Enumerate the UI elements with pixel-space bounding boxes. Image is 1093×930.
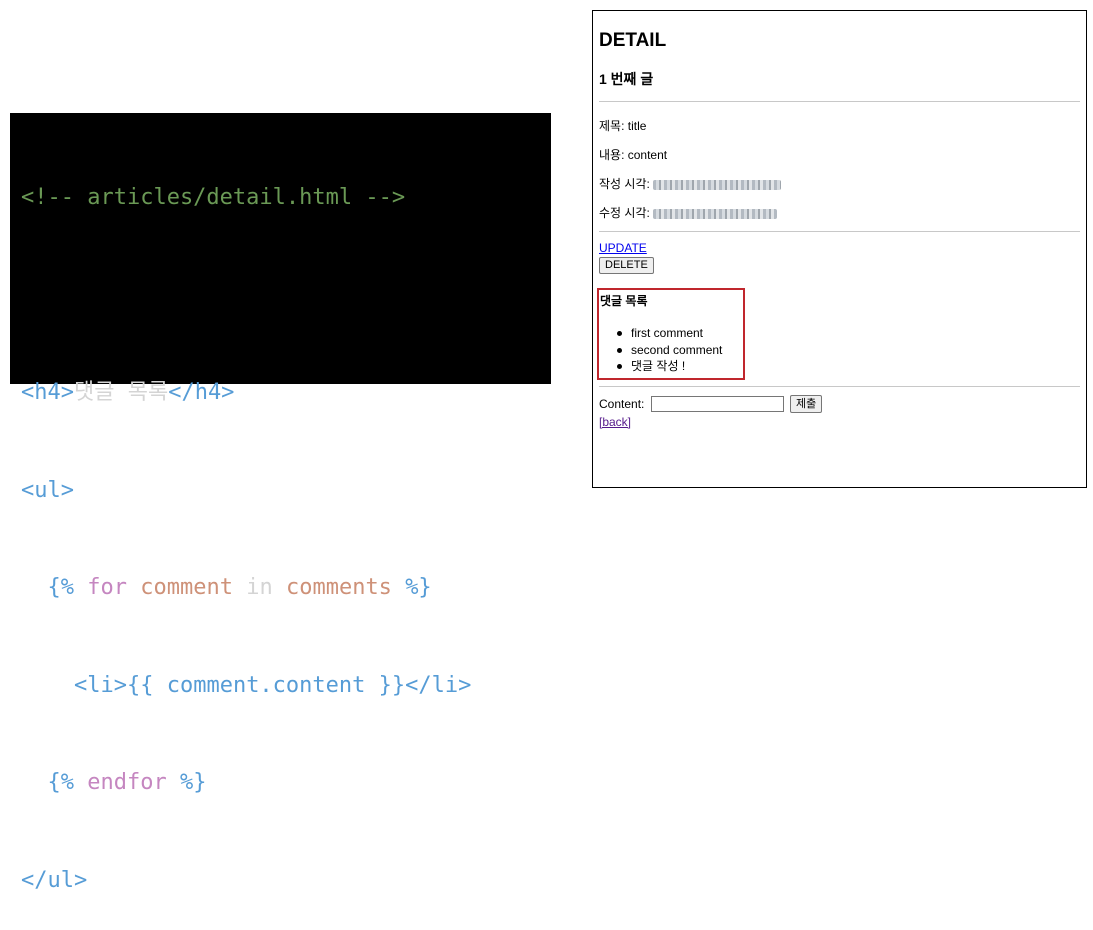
back-link[interactable]: [back] — [599, 415, 631, 429]
created-at-row: 작성 시각: — [599, 175, 782, 192]
divider-top — [599, 101, 1080, 102]
content-field-label: Content: — [599, 397, 645, 411]
comments-heading: 댓글 목록 — [600, 294, 648, 308]
divider-middle — [599, 231, 1080, 232]
var-expression: comment.content — [166, 672, 366, 698]
li-close-tag: </li> — [405, 672, 472, 698]
h4-text: 댓글 목록 — [73, 380, 169, 405]
h4-open-tag: <h4> — [21, 380, 74, 405]
article-title: 제목: title — [599, 119, 647, 133]
divider-bottom — [599, 386, 1080, 387]
created-at-value-blurred — [653, 179, 782, 190]
updated-at-row: 수정 시각: — [599, 204, 778, 221]
var-close-delim: }} — [378, 672, 406, 698]
update-link[interactable]: UPDATE — [599, 241, 647, 255]
comment-item: 댓글 작성 ! — [611, 358, 722, 375]
comment-content-input[interactable] — [651, 396, 784, 412]
comments-list: first comment second comment 댓글 작성 ! — [611, 325, 722, 375]
var-open-delim: {{ — [126, 672, 154, 698]
endfor-open-delim: {% — [47, 770, 75, 795]
in-keyword: in — [246, 575, 273, 600]
code-line-endfor: {% endfor %} — [21, 767, 551, 800]
endfor-close-delim: %} — [179, 770, 207, 795]
comment-item: first comment — [611, 325, 722, 342]
h4-close-tag: </h4> — [168, 380, 235, 405]
rendered-page: DETAIL 1 번째 글 제목: title 내용: content 작성 시… — [592, 10, 1087, 488]
html-comment: <!-- articles/detail.html --> — [21, 185, 406, 210]
ul-close-tag: </ul> — [21, 867, 88, 893]
for-keyword: for — [87, 575, 127, 600]
code-panel: <!-- articles/detail.html --> <h4>댓글 목록<… — [10, 113, 551, 893]
code-line-ul-close: </ul> — [21, 865, 551, 898]
code-line-comment: <!-- articles/detail.html --> — [21, 182, 551, 215]
for-variable: comment — [140, 575, 233, 600]
page-title: DETAIL — [599, 30, 667, 51]
for-iterable: comments — [285, 575, 392, 600]
ul-open-tag: <ul> — [21, 477, 74, 503]
for-open-delim: {% — [47, 575, 75, 600]
for-close-delim: %} — [405, 575, 432, 600]
created-at-label: 작성 시각: — [599, 177, 650, 191]
updated-at-value-blurred — [653, 208, 778, 219]
code-line-ul-open: <ul> — [21, 475, 551, 508]
code-line-li: <li>{{ comment.content }}</li> — [21, 670, 551, 703]
article-number-heading: 1 번째 글 — [599, 71, 654, 87]
code-line-for: {% for comment in comments %} — [21, 572, 551, 605]
li-open-tag: <li> — [73, 672, 127, 698]
endfor-keyword: endfor — [87, 770, 167, 795]
article-content: 내용: content — [599, 148, 668, 162]
submit-button[interactable]: 제출 — [790, 395, 823, 413]
code-line-h4: <h4>댓글 목록</h4> — [21, 377, 551, 410]
delete-button[interactable]: DELETE — [599, 257, 654, 274]
comment-item: second comment — [611, 342, 722, 359]
updated-at-label: 수정 시각: — [599, 206, 650, 220]
